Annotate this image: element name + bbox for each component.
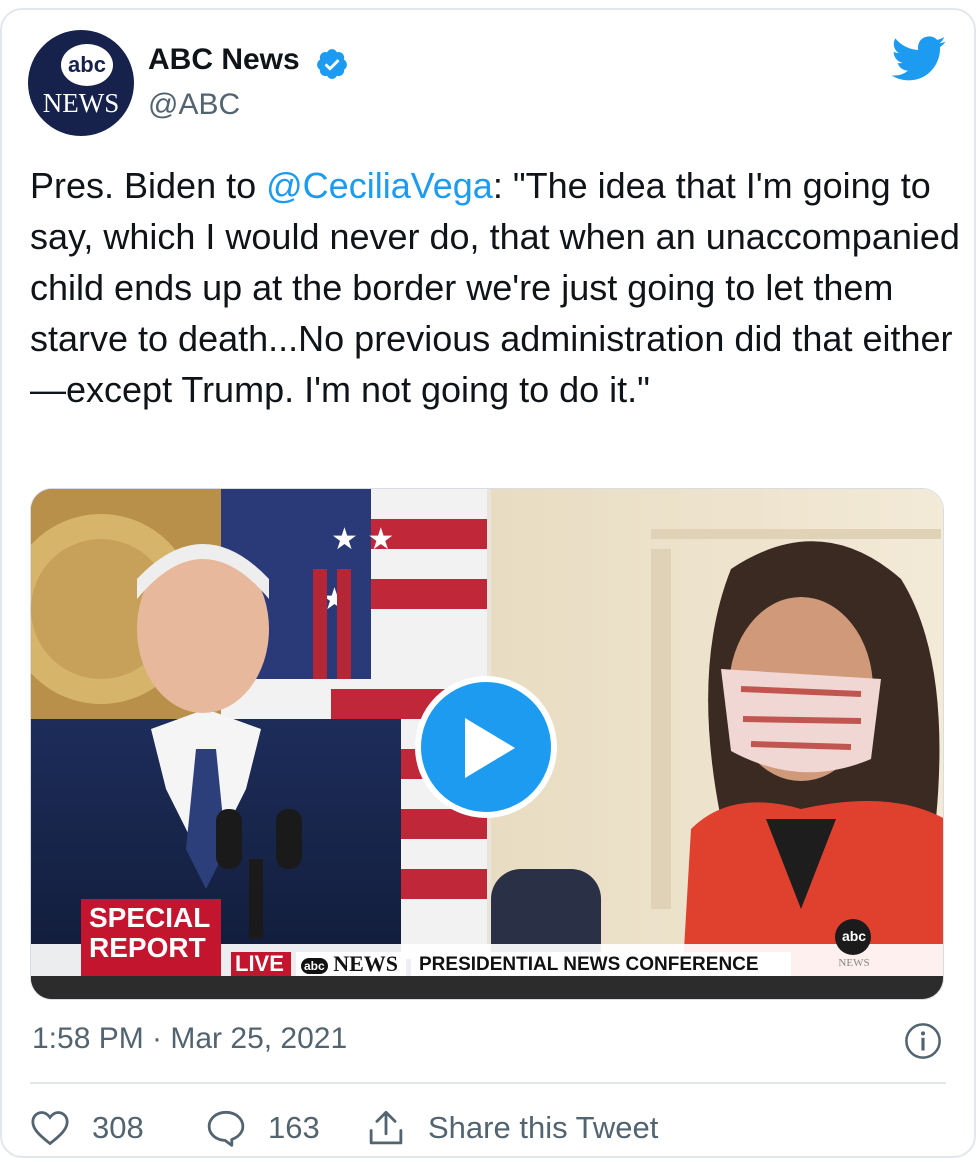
like-button[interactable]: 308 [30,1106,144,1150]
network-news-word: NEWS [333,951,398,976]
info-icon[interactable] [904,1022,942,1060]
mention-link[interactable]: @CeciliaVega [266,165,493,206]
play-icon [465,718,515,778]
live-label: LIVE [235,951,284,976]
special-report-line2: REPORT [89,932,206,963]
corner-logo-news: NEWS [838,957,870,969]
svg-text:★ ★: ★ ★ [331,522,394,557]
reply-button[interactable]: 163 [206,1106,320,1150]
twitter-bird-icon[interactable] [890,36,948,82]
corner-logo-abc: abc [841,928,867,944]
avatar-news-word: NEWS [42,88,120,118]
tweet-text: Pres. Biden to @CeciliaVega: "The idea t… [30,160,960,415]
avatar-abc-logo: abc [61,44,113,86]
share-label: Share this Tweet [428,1110,659,1145]
reply-count: 163 [268,1110,320,1145]
like-count: 308 [92,1110,144,1145]
divider [30,1082,946,1084]
share-icon [369,1110,403,1145]
play-button[interactable] [415,676,557,818]
network-label: abc NEWS [301,952,398,978]
avatar[interactable]: abc NEWS [28,30,134,136]
heart-icon [31,1111,69,1146]
tweet-timestamp[interactable]: 1:58 PM · Mar 25, 2021 [32,1022,347,1056]
share-button[interactable]: Share this Tweet [366,1106,658,1150]
verified-badge-icon [317,49,347,79]
account-handle[interactable]: @ABC [148,88,240,122]
display-name[interactable]: ABC News [148,43,300,77]
special-report-line1: SPECIAL [89,902,211,933]
network-abc-logo: abc [301,957,328,974]
headline-ticker: PRESIDENTIAL NEWS CONFERENCE [419,954,759,975]
reply-icon [207,1110,245,1147]
tweet-text-intro: Pres. Biden to [30,165,267,206]
corner-abc-logo: abc [837,925,871,947]
special-report-badge: SPECIAL REPORT [89,903,219,963]
